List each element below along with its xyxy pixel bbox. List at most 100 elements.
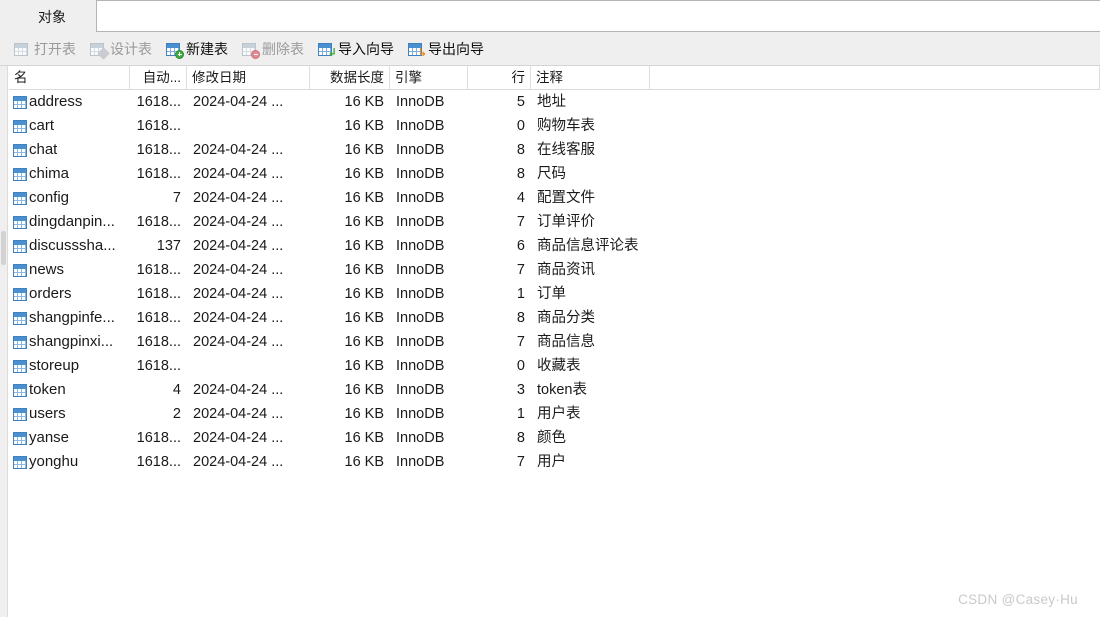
cell-auto_inc: 1618... [136, 310, 181, 326]
cell-comment: 尺码 [537, 166, 566, 182]
table-icon [13, 215, 27, 229]
table-row[interactable]: storeup 1618... 16 KB InnoDB 0 收藏表 [9, 354, 1100, 378]
cell-engine: InnoDB [396, 358, 445, 374]
table-row[interactable]: cart 1618... 16 KB InnoDB 0 购物车表 [9, 114, 1100, 138]
table-name-label: yonghu [29, 453, 79, 470]
cell-engine: InnoDB [396, 94, 445, 110]
table-name-label: storeup [29, 357, 80, 374]
table-name-label: shangpinfe... [29, 309, 115, 326]
table-icon [13, 311, 27, 325]
panel-splitter[interactable] [0, 66, 8, 617]
cell-rows: 8 [516, 166, 525, 182]
table-icon [13, 431, 27, 445]
table-row[interactable]: chima 1618... 2024-04-24 ... 16 KB InnoDB 8 尺码 [9, 162, 1100, 186]
cell-engine: InnoDB [396, 262, 445, 278]
cell-engine: InnoDB [396, 406, 445, 422]
cell-modified: 2024-04-24 ... [193, 142, 284, 158]
cell-engine: InnoDB [396, 454, 445, 470]
column-header-modified[interactable]: 修改日期 [187, 66, 310, 89]
table-row[interactable]: shangpinfe... 1618... 2024-04-24 ... 16 KB I… [9, 306, 1100, 330]
column-header-rows[interactable]: 行 [468, 66, 531, 89]
cell-rows: 0 [516, 358, 525, 374]
tab-objects[interactable]: 对象 [8, 0, 96, 33]
cell-data_len: 16 KB [344, 286, 385, 302]
table-row[interactable]: discusssha... 137 2024-04-24 ... 16 KB InnoD… [9, 234, 1100, 258]
cell-data_len: 16 KB [344, 166, 385, 182]
table-row[interactable]: yanse 1618... 2024-04-24 ... 16 KB InnoDB 8 颜色 [9, 426, 1100, 450]
table-name-label: yanse [29, 429, 70, 446]
open-table-button[interactable]: 打开表 [10, 37, 80, 61]
cell-modified: 2024-04-24 ... [193, 190, 284, 206]
table-row[interactable]: shangpinxi... 1618... 2024-04-24 ... 16 KB I… [9, 330, 1100, 354]
cell-comment: 购物车表 [537, 118, 595, 134]
cell-engine: InnoDB [396, 382, 445, 398]
cell-name: address [9, 90, 130, 114]
cell-auto_inc: 7 [172, 190, 181, 206]
cell-comment: 商品资讯 [537, 262, 595, 278]
export-wizard-icon: ↳ [408, 42, 427, 58]
cell-engine: InnoDB [396, 430, 445, 446]
column-header-name[interactable]: 名 [9, 66, 130, 89]
cell-data_len: 16 KB [344, 358, 385, 374]
cell-modified: 2024-04-24 ... [193, 286, 284, 302]
cell-data_len: 16 KB [344, 214, 385, 230]
table-name-label: chat [29, 141, 58, 158]
cell-auto_inc: 137 [156, 238, 181, 254]
cell-rows: 5 [516, 94, 525, 110]
table-row[interactable]: yonghu 1618... 2024-04-24 ... 16 KB InnoDB 7 用… [9, 450, 1100, 474]
table-icon [13, 143, 27, 157]
cell-data_len: 16 KB [344, 142, 385, 158]
cell-name: yonghu [9, 450, 130, 474]
cell-data_len: 16 KB [344, 262, 385, 278]
table-header-row: 名自动... 修改日期 数据长度 引擎行注释 [9, 66, 1100, 90]
import-wizard-label: 导入向导 [338, 41, 394, 57]
table-row[interactable]: token 4 2024-04-24 ... 16 KB InnoDB 3 token表 [9, 378, 1100, 402]
table-row[interactable]: config 7 2024-04-24 ... 16 KB InnoDB 4 配置文件 [9, 186, 1100, 210]
column-header-auto_inc[interactable]: 自动... [130, 66, 187, 89]
table-name-label: chima [29, 165, 70, 182]
cell-rows: 7 [516, 454, 525, 470]
cell-modified: 2024-04-24 ... [193, 262, 284, 278]
cell-auto_inc: 1618... [136, 94, 181, 110]
table-name-label: cart [29, 117, 55, 134]
cell-auto_inc: 1618... [136, 262, 181, 278]
table-row[interactable]: dingdanpin... 1618... 2024-04-24 ... 16 KB I… [9, 210, 1100, 234]
tab-objects-label: 对象 [38, 8, 66, 25]
table-row[interactable]: users 2 2024-04-24 ... 16 KB InnoDB 1 用户表 [9, 402, 1100, 426]
cell-engine: InnoDB [396, 214, 445, 230]
delete-table-button[interactable]: 删除表 [238, 37, 308, 61]
cell-engine: InnoDB [396, 190, 445, 206]
table-name-label: discusssha... [29, 237, 116, 254]
table-row[interactable]: orders 1618... 2024-04-24 ... 16 KB InnoDB 1 订… [9, 282, 1100, 306]
table-row[interactable]: address 1618... 2024-04-24 ... 16 KB InnoDB 5… [9, 90, 1100, 114]
cell-engine: InnoDB [396, 118, 445, 134]
cell-comment: 用户 [537, 454, 566, 470]
cell-rows: 4 [516, 190, 525, 206]
table-row[interactable]: chat 1618... 2024-04-24 ... 16 KB InnoDB 8 在线客… [9, 138, 1100, 162]
cell-rows: 3 [516, 382, 525, 398]
cell-data_len: 16 KB [344, 454, 385, 470]
design-table-button[interactable]: 设计表 [86, 37, 156, 61]
cell-name: yanse [9, 426, 130, 450]
table-row[interactable]: news 1618... 2024-04-24 ... 16 KB InnoDB 7 商品资… [9, 258, 1100, 282]
cell-engine: InnoDB [396, 238, 445, 254]
import-wizard-button[interactable]: ↲ 导入向导 [314, 37, 398, 61]
column-header-extra[interactable] [650, 66, 1100, 89]
column-header-engine[interactable]: 引擎 [390, 66, 468, 89]
open-table-label: 打开表 [34, 41, 76, 57]
cell-rows: 8 [516, 310, 525, 326]
cell-modified: 2024-04-24 ... [193, 310, 284, 326]
cell-rows: 0 [516, 118, 525, 134]
cell-comment: 地址 [537, 94, 566, 110]
table-icon [13, 287, 27, 301]
column-header-data_len[interactable]: 数据长度 [310, 66, 390, 89]
cell-comment: 商品信息 [537, 334, 595, 350]
cell-comment: 商品分类 [537, 310, 595, 326]
splitter-handle[interactable] [1, 231, 6, 265]
new-table-button[interactable]: 新建表 [162, 37, 232, 61]
table-name-label: dingdanpin... [29, 213, 115, 230]
cell-data_len: 16 KB [344, 334, 385, 350]
export-wizard-button[interactable]: ↳ 导出向导 [404, 37, 488, 61]
column-header-comment[interactable]: 注释 [531, 66, 650, 89]
tab-bar: 对象 [0, 0, 1100, 33]
